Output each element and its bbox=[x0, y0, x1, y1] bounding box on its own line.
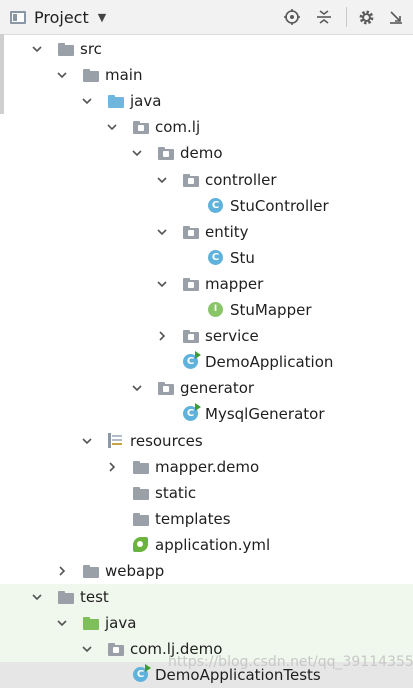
chevron-down-icon[interactable] bbox=[132, 148, 142, 158]
package-icon bbox=[183, 328, 199, 344]
project-tree: src main java com.lj demo controller C StuContr… bbox=[0, 34, 413, 688]
package-icon bbox=[158, 145, 174, 161]
folder-icon bbox=[58, 41, 74, 57]
package-icon bbox=[108, 641, 124, 657]
tree-node-java[interactable]: java bbox=[0, 610, 413, 637]
chevron-down-icon[interactable] bbox=[132, 383, 142, 393]
tree-node-label: test bbox=[80, 588, 109, 607]
caret-down-icon[interactable]: ▼ bbox=[98, 11, 106, 24]
chevron-right-icon[interactable] bbox=[107, 462, 117, 472]
runnable-class-icon: C bbox=[183, 351, 201, 370]
folder-icon bbox=[58, 589, 74, 605]
tree-node-demo[interactable]: demo bbox=[0, 140, 413, 166]
tree-node-application-yml[interactable]: application.yml bbox=[0, 532, 413, 558]
tree-node-label: StuMapper bbox=[230, 301, 312, 319]
tree-node-resources[interactable]: resources bbox=[0, 428, 413, 454]
folder-icon bbox=[133, 511, 149, 527]
tree-node-com-lj[interactable]: com.lj bbox=[0, 114, 413, 140]
chevron-down-icon[interactable] bbox=[82, 644, 92, 654]
tree-node-label: main bbox=[105, 66, 143, 85]
tree-node-label: MysqlGenerator bbox=[205, 405, 325, 424]
chevron-down-icon[interactable] bbox=[157, 227, 167, 237]
folder-icon bbox=[133, 485, 149, 501]
tree-node-label: application.yml bbox=[155, 535, 271, 554]
test-source-folder-icon bbox=[83, 615, 99, 631]
tree-node-entity[interactable]: entity bbox=[0, 219, 413, 245]
runnable-class-icon: C bbox=[183, 403, 201, 422]
tree-node-label: entity bbox=[205, 222, 249, 241]
tree-node-label: Stu bbox=[230, 248, 255, 267]
folder-icon bbox=[83, 563, 99, 579]
tree-node-controller[interactable]: controller bbox=[0, 167, 413, 193]
folder-icon bbox=[133, 459, 149, 475]
tree-node-src[interactable]: src bbox=[0, 36, 413, 62]
tree-node-label: mapper bbox=[205, 274, 264, 293]
tree-node-service[interactable]: service bbox=[0, 323, 413, 349]
tree-node-generator[interactable]: generator bbox=[0, 375, 413, 401]
tree-node-label: com.lj bbox=[155, 118, 201, 137]
gear-icon[interactable] bbox=[356, 7, 376, 27]
tree-node-mysqlgenerator[interactable]: C MysqlGenerator bbox=[0, 401, 413, 427]
tree-node-label: java bbox=[105, 614, 137, 633]
chevron-down-icon[interactable] bbox=[57, 70, 67, 80]
package-icon bbox=[158, 380, 174, 396]
package-icon bbox=[183, 276, 199, 292]
tree-node-label: src bbox=[80, 40, 102, 58]
watermark: https://blog.csdn.net/qq_39114355 bbox=[168, 654, 413, 670]
chevron-down-icon[interactable] bbox=[157, 175, 167, 185]
tree-node-label: static bbox=[155, 483, 197, 502]
chevron-down-icon[interactable] bbox=[82, 436, 92, 446]
package-icon bbox=[183, 172, 199, 188]
class-icon: C bbox=[208, 197, 224, 214]
toolbar-divider bbox=[346, 7, 347, 27]
chevron-down-icon[interactable] bbox=[57, 618, 67, 628]
chevron-right-icon[interactable] bbox=[57, 566, 67, 576]
tree-node-stu[interactable]: C Stu bbox=[0, 245, 413, 271]
tree-node-static[interactable]: static bbox=[0, 480, 413, 506]
tree-node-java[interactable]: java bbox=[0, 88, 413, 114]
tree-node-stucontroller[interactable]: C StuController bbox=[0, 193, 413, 219]
chevron-right-icon[interactable] bbox=[157, 331, 167, 341]
resources-folder-icon bbox=[108, 432, 124, 449]
source-folder-icon bbox=[108, 93, 124, 109]
tree-node-label: mapper.demo bbox=[155, 457, 260, 476]
chevron-down-icon[interactable] bbox=[32, 44, 42, 54]
chevron-down-icon[interactable] bbox=[82, 96, 92, 106]
tree-node-templates[interactable]: templates bbox=[0, 506, 413, 532]
tree-node-label: resources bbox=[130, 431, 203, 450]
tree-node-mapper-demo[interactable]: mapper.demo bbox=[0, 454, 413, 480]
tree-node-test[interactable]: test bbox=[0, 584, 413, 611]
tree-node-label: generator bbox=[180, 379, 255, 398]
yml-file-icon bbox=[133, 536, 149, 553]
tree-node-label: templates bbox=[155, 509, 231, 528]
project-view-title: Project bbox=[34, 7, 89, 27]
tree-node-mapper[interactable]: mapper bbox=[0, 271, 413, 297]
tree-node-label: demo bbox=[180, 144, 223, 163]
interface-icon: I bbox=[208, 302, 224, 318]
hide-icon[interactable] bbox=[386, 7, 406, 27]
tree-node-label: controller bbox=[205, 170, 277, 189]
project-toolbar: Project ▼ bbox=[0, 0, 413, 35]
class-icon: C bbox=[208, 249, 224, 266]
tree-node-label: StuController bbox=[230, 196, 329, 215]
tree-node-label: java bbox=[130, 92, 162, 111]
collapse-all-icon[interactable] bbox=[314, 7, 334, 27]
project-view-selector[interactable]: Project ▼ bbox=[10, 6, 106, 28]
project-view-icon bbox=[10, 10, 26, 24]
tree-node-webapp[interactable]: webapp bbox=[0, 558, 413, 584]
chevron-down-icon[interactable] bbox=[107, 122, 117, 132]
tree-node-label: webapp bbox=[105, 562, 165, 580]
package-icon bbox=[133, 119, 149, 135]
tree-node-demoapplication[interactable]: C DemoApplication bbox=[0, 349, 413, 375]
chevron-down-icon[interactable] bbox=[157, 279, 167, 289]
package-icon bbox=[183, 224, 199, 240]
folder-icon bbox=[83, 67, 99, 83]
tree-node-stumapper[interactable]: I StuMapper bbox=[0, 297, 413, 323]
test-class-icon: C bbox=[133, 664, 151, 683]
tree-node-main[interactable]: main bbox=[0, 62, 413, 88]
tree-node-label: DemoApplication bbox=[205, 353, 334, 372]
chevron-down-icon[interactable] bbox=[32, 592, 42, 602]
tree-node-label: service bbox=[205, 327, 259, 346]
locate-icon[interactable] bbox=[282, 7, 302, 27]
